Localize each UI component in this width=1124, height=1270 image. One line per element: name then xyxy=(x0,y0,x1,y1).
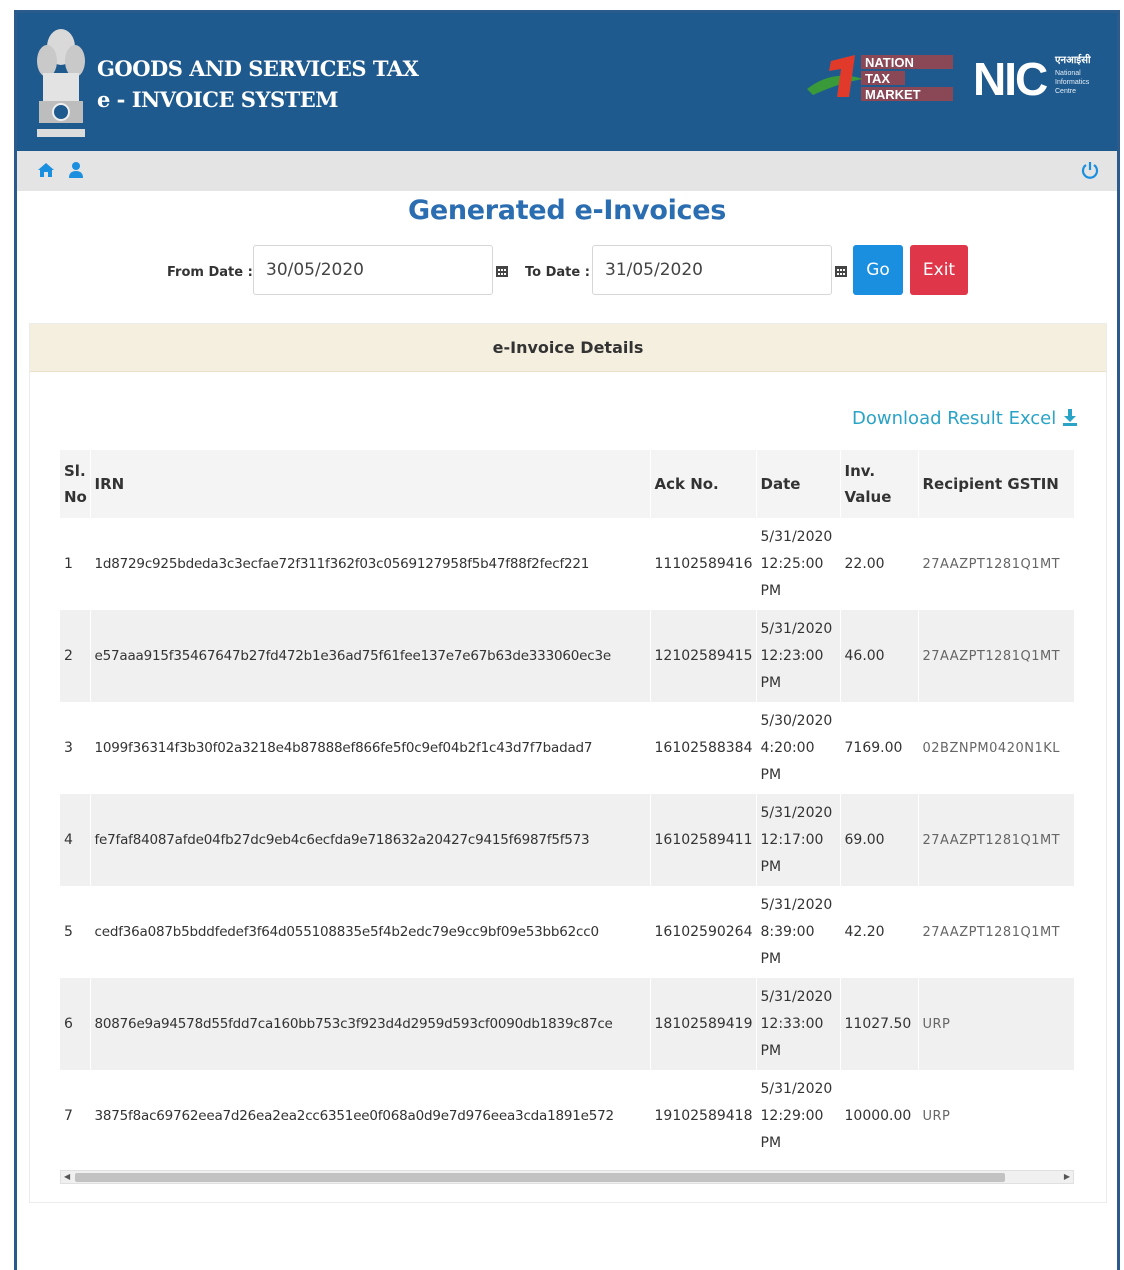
nic-logo-text: NIC xyxy=(973,53,1047,103)
invoice-table-container: Sl. No IRN Ack No. Date Inv. Value Recip… xyxy=(60,450,1074,1160)
cell-inv-value: 42.20 xyxy=(840,886,919,978)
cell-recipient-gstin: 02BZNPM0420N1KL xyxy=(918,702,1074,794)
site-header: GOODS AND SERVICES TAX e - INVOICE SYSTE… xyxy=(17,13,1117,151)
user-icon[interactable] xyxy=(67,161,85,179)
col-header-inv-value[interactable]: Inv. Value xyxy=(840,450,919,518)
cell-date: 5/31/2020 12:33:00 PM xyxy=(756,978,841,1070)
brand-title-line2: e - INVOICE SYSTEM xyxy=(97,87,339,112)
calendar-icon[interactable] xyxy=(834,264,848,278)
cell-recipient-gstin: 27AAZPT1281Q1MT xyxy=(918,518,1074,610)
download-excel-label: Download Result Excel xyxy=(852,408,1057,429)
cell-sl-no: 4 xyxy=(60,794,91,886)
national-emblem-icon xyxy=(37,29,85,137)
cell-irn: 80876e9a94578d55fdd7ca160bb753c3f923d4d2… xyxy=(90,978,651,1070)
nic-logo-sub3: Centre xyxy=(1055,88,1076,95)
cell-inv-value: 69.00 xyxy=(840,794,919,886)
page-title: Generated e-Invoices xyxy=(407,195,727,226)
scrollbar-thumb[interactable] xyxy=(75,1173,1005,1182)
scroll-left-arrow-icon[interactable]: ◀ xyxy=(64,1172,70,1181)
to-date-input[interactable] xyxy=(592,245,832,295)
app-frame: GOODS AND SERVICES TAX e - INVOICE SYSTE… xyxy=(14,10,1120,1270)
exit-button[interactable]: Exit xyxy=(910,245,968,295)
cell-ack-no: 19102589418 xyxy=(650,1070,757,1160)
cell-ack-no: 12102589415 xyxy=(650,610,757,702)
cell-recipient-gstin: URP xyxy=(918,978,1074,1070)
cell-recipient-gstin: URP xyxy=(918,1070,1074,1160)
cell-recipient-gstin: 27AAZPT1281Q1MT xyxy=(918,886,1074,978)
cell-inv-value: 46.00 xyxy=(840,610,919,702)
brand-title: GOODS AND SERVICES TAX e - INVOICE SYSTE… xyxy=(97,53,419,115)
cell-date: 5/31/2020 8:39:00 PM xyxy=(756,886,841,978)
table-horizontal-scrollbar[interactable]: ◀ ▶ xyxy=(60,1170,1074,1184)
cell-irn: 3875f8ac69762eea7d26ea2ea2cc6351ee0f068a… xyxy=(90,1070,651,1160)
col-header-irn[interactable]: IRN xyxy=(90,450,651,518)
table-row[interactable]: 1 1d8729c925bdeda3c3ecfae72f311f362f03c0… xyxy=(60,518,1074,610)
cell-inv-value: 10000.00 xyxy=(840,1070,919,1160)
cell-date: 5/30/2020 4:20:00 PM xyxy=(756,702,841,794)
cell-ack-no: 11102589416 xyxy=(650,518,757,610)
table-row[interactable]: 7 3875f8ac69762eea7d26ea2ea2cc6351ee0f06… xyxy=(60,1070,1074,1160)
ntm-word-2: TAX xyxy=(865,71,890,86)
cell-date: 5/31/2020 12:23:00 PM xyxy=(756,610,841,702)
cell-ack-no: 16102589411 xyxy=(650,794,757,886)
brand-title-line1: GOODS AND SERVICES TAX xyxy=(97,56,419,81)
col-header-date[interactable]: Date xyxy=(756,450,841,518)
table-row[interactable]: 6 80876e9a94578d55fdd7ca160bb753c3f923d4… xyxy=(60,978,1074,1070)
cell-date: 5/31/2020 12:29:00 PM xyxy=(756,1070,841,1160)
cell-sl-no: 1 xyxy=(60,518,91,610)
nic-logo-sub2: Informatics xyxy=(1055,79,1090,86)
col-header-ack-no[interactable]: Ack No. xyxy=(650,450,757,518)
cell-inv-value: 7169.00 xyxy=(840,702,919,794)
cell-inv-value: 11027.50 xyxy=(840,978,919,1070)
nic-logo: NIC एनआईसी National Informatics Centre xyxy=(973,53,1091,103)
nic-logo-sub1: National xyxy=(1055,70,1081,77)
cell-sl-no: 7 xyxy=(60,1070,91,1160)
invoice-details-panel: e-Invoice Details Download Result Excel … xyxy=(29,323,1107,1203)
nation-tax-market-logo: NATION TAX MARKET xyxy=(807,55,953,102)
from-date-label: From Date : xyxy=(167,265,253,280)
power-icon[interactable] xyxy=(1081,161,1099,179)
to-date-label: To Date : xyxy=(525,265,590,280)
nic-logo-hindi: एनआईसी xyxy=(1054,53,1091,66)
table-row[interactable]: 4 fe7faf84087afde04fb27dc9eb4c6ecfda9e71… xyxy=(60,794,1074,886)
cell-recipient-gstin: 27AAZPT1281Q1MT xyxy=(918,610,1074,702)
cell-irn: e57aaa915f35467647b27fd472b1e36ad75f61fe… xyxy=(90,610,651,702)
cell-sl-no: 6 xyxy=(60,978,91,1070)
scroll-right-arrow-icon[interactable]: ▶ xyxy=(1064,1172,1070,1181)
cell-sl-no: 5 xyxy=(60,886,91,978)
ntm-word-1: NATION xyxy=(865,55,914,70)
from-date-input[interactable] xyxy=(253,245,493,295)
table-header-row: Sl. No IRN Ack No. Date Inv. Value Recip… xyxy=(60,450,1074,518)
table-row[interactable]: 3 1099f36314f3b30f02a3218e4b87888ef866fe… xyxy=(60,702,1074,794)
cell-irn: 1d8729c925bdeda3c3ecfae72f311f362f03c056… xyxy=(90,518,651,610)
cell-irn: cedf36a087b5bddfedef3f64d055108835e5f4b2… xyxy=(90,886,651,978)
cell-ack-no: 16102588384 xyxy=(650,702,757,794)
cell-sl-no: 3 xyxy=(60,702,91,794)
cell-sl-no: 2 xyxy=(60,610,91,702)
invoice-table: Sl. No IRN Ack No. Date Inv. Value Recip… xyxy=(60,450,1074,1160)
cell-date: 5/31/2020 12:17:00 PM xyxy=(756,794,841,886)
col-header-recipient-gstin[interactable]: Recipient GSTIN xyxy=(918,450,1074,518)
panel-heading: e-Invoice Details xyxy=(30,324,1106,372)
download-excel-link[interactable]: Download Result Excel xyxy=(852,408,1078,429)
table-row[interactable]: 2 e57aaa915f35467647b27fd472b1e36ad75f61… xyxy=(60,610,1074,702)
ntm-word-3: MARKET xyxy=(865,87,921,102)
top-toolbar xyxy=(17,151,1117,191)
cell-ack-no: 16102590264 xyxy=(650,886,757,978)
cell-irn: fe7faf84087afde04fb27dc9eb4c6ecfda9e7186… xyxy=(90,794,651,886)
go-button[interactable]: Go xyxy=(853,245,903,295)
cell-ack-no: 18102589419 xyxy=(650,978,757,1070)
calendar-icon[interactable] xyxy=(495,264,509,278)
download-icon xyxy=(1063,409,1077,426)
table-row[interactable]: 5 cedf36a087b5bddfedef3f64d055108835e5f4… xyxy=(60,886,1074,978)
cell-recipient-gstin: 27AAZPT1281Q1MT xyxy=(918,794,1074,886)
cell-inv-value: 22.00 xyxy=(840,518,919,610)
col-header-sl-no[interactable]: Sl. No xyxy=(60,450,91,518)
cell-date: 5/31/2020 12:25:00 PM xyxy=(756,518,841,610)
home-icon[interactable] xyxy=(37,161,55,179)
cell-irn: 1099f36314f3b30f02a3218e4b87888ef866fe5f… xyxy=(90,702,651,794)
